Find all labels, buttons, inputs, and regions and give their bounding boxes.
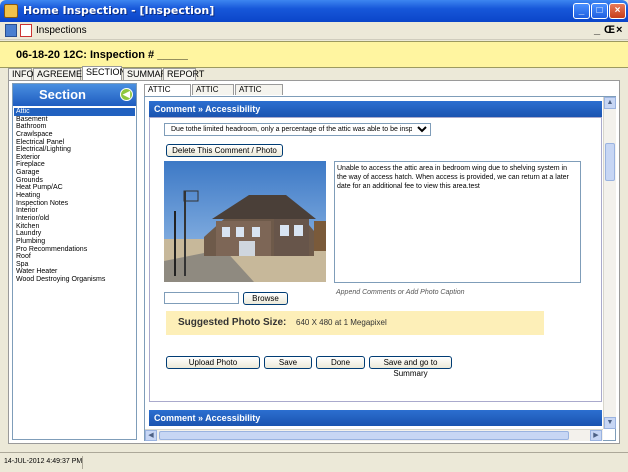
mdi-restore-button[interactable]: Œ — [604, 24, 615, 36]
caption-textarea[interactable] — [334, 161, 581, 283]
inspection-header: 06-18-20 12C: Inspection # _____ — [0, 41, 628, 68]
section-header: Section ◀ — [13, 84, 136, 106]
sidebar-item-heat-pump-ac[interactable]: Heat Pump/AC — [14, 184, 135, 192]
tab-agreement[interactable]: AGREEMENT — [33, 68, 94, 80]
mdi-doc-icon — [5, 24, 17, 37]
sidebar-item-plumbing[interactable]: Plumbing — [14, 238, 135, 246]
sidebar-item-crawlspace[interactable]: Crawlspace — [14, 131, 135, 139]
sidebar-item-heating[interactable]: Heating — [14, 192, 135, 200]
sidebar-item-laundry[interactable]: Laundry — [14, 230, 135, 238]
save-and-summary-button[interactable]: Save and go to Summary — [369, 356, 452, 378]
sidebar-item-attic[interactable]: Attic — [14, 108, 135, 116]
suggested-size-label: Suggested Photo Size: — [178, 317, 287, 328]
suggested-photo-size: Suggested Photo Size: 640 X 480 at 1 Meg… — [166, 311, 544, 335]
sidebar-item-interior-old[interactable]: Interior/old — [14, 215, 135, 223]
tab-attic-items[interactable]: ATTIC ITEMS — [144, 84, 191, 104]
tab-report[interactable]: REPORT — [163, 68, 204, 80]
inspections-icon — [20, 24, 32, 37]
browse-button[interactable]: Browse — [243, 292, 288, 305]
comment-header-2: Comment » Accessibility — [149, 410, 602, 426]
back-arrow-icon[interactable]: ◀ — [120, 88, 133, 101]
mdi-bar: Inspections _ Œ × — [0, 22, 628, 40]
sidebar-item-fireplace[interactable]: Fireplace — [14, 161, 135, 169]
scroll-up-icon[interactable]: ▲ — [604, 97, 616, 109]
tab-sections[interactable]: SECTIONS — [82, 66, 132, 80]
scroll-right-icon[interactable]: ▶ — [590, 430, 602, 441]
tab-attic-info[interactable]: ATTIC INFO — [192, 84, 234, 104]
status-bar: 14-JUL-2012 4:49:37 PM — [0, 452, 628, 472]
sidebar-item-electrical-lighting[interactable]: Electrical/Lighting — [14, 146, 135, 154]
horizontal-scrollbar[interactable]: ◀ ▶ — [145, 429, 603, 441]
scroll-down-icon[interactable]: ▼ — [604, 417, 616, 429]
house-photo-image — [164, 161, 326, 282]
window-titlebar: Home Inspection - [Inspection] _ □ × — [0, 0, 628, 22]
section-title: Section — [39, 87, 86, 102]
vertical-scrollbar[interactable]: ▲ ▼ — [603, 97, 616, 429]
comment-header: Comment » Accessibility — [149, 101, 602, 117]
status-divider — [82, 456, 83, 469]
sidebar-item-basement[interactable]: Basement — [14, 116, 135, 124]
done-button[interactable]: Done — [316, 356, 365, 369]
scroll-left-icon[interactable]: ◀ — [145, 430, 157, 441]
sidebar-item-bathroom[interactable]: Bathroom — [14, 123, 135, 131]
vertical-scroll-thumb[interactable] — [605, 143, 615, 181]
sidebar-item-grounds[interactable]: Grounds — [14, 177, 135, 185]
app-icon — [4, 4, 18, 18]
sidebar-item-garage[interactable]: Garage — [14, 169, 135, 177]
mdi-label: Inspections — [36, 25, 87, 36]
photo-file-input[interactable] — [164, 292, 239, 304]
inspection-title: 06-18-20 12C: Inspection # _____ — [16, 49, 188, 61]
sidebar-item-exterior[interactable]: Exterior — [14, 154, 135, 162]
sidebar-item-kitchen[interactable]: Kitchen — [14, 223, 135, 231]
status-timestamp: 14-JUL-2012 4:49:37 PM — [4, 458, 83, 465]
tab-info[interactable]: INFO — [8, 68, 34, 80]
comment-header-2-label: Comment » Accessibility — [154, 413, 261, 423]
mdi-minimize-button[interactable]: _ — [594, 24, 600, 36]
comment-dropdown[interactable]: Due tothe limited headroom, only a perce… — [164, 123, 431, 136]
horizontal-scroll-thumb[interactable] — [159, 431, 569, 440]
section-panel: Section ◀ Attic Basement Bathroom Crawlspac… — [12, 83, 137, 440]
window-title: Home Inspection - [Inspection] — [23, 4, 215, 17]
caption-hint: Append Comments or Add Photo Caption — [336, 289, 465, 296]
sidebar-item-spa[interactable]: Spa — [14, 261, 135, 269]
suggested-size-value: 640 X 480 at 1 Megapixel — [296, 318, 387, 327]
sidebar-item-water-heater[interactable]: Water Heater — [14, 268, 135, 276]
sidebar-item-pro-recommendations[interactable]: Pro Recommendations — [14, 246, 135, 254]
sidebar-item-wood-destroying-organisms[interactable]: Wood Destroying Organisms — [14, 276, 135, 284]
comment-header-label: Comment » Accessibility — [154, 104, 261, 114]
upload-photo-button[interactable]: Upload Photo — [166, 356, 260, 369]
section-list: Attic Basement Bathroom Crawlspace Electrica… — [14, 108, 135, 284]
sidebar-item-electrical-panel[interactable]: Electrical Panel — [14, 139, 135, 147]
delete-comment-photo-button[interactable]: Delete This Comment / Photo — [166, 144, 283, 157]
inspection-photo — [164, 161, 326, 282]
sidebar-item-roof[interactable]: Roof — [14, 253, 135, 261]
tab-attic-notes[interactable]: ATTIC NOTES — [235, 84, 283, 104]
sidebar-item-inspection-notes[interactable]: Inspection Notes — [14, 200, 135, 208]
minimize-button[interactable]: _ — [573, 3, 590, 19]
mdi-close-button[interactable]: × — [616, 24, 622, 36]
save-button[interactable]: Save — [264, 356, 312, 369]
close-button[interactable]: × — [609, 3, 626, 19]
sidebar-item-interior[interactable]: Interior — [14, 207, 135, 215]
maximize-button[interactable]: □ — [591, 3, 608, 19]
tab-summary[interactable]: SUMMARY — [123, 68, 173, 80]
